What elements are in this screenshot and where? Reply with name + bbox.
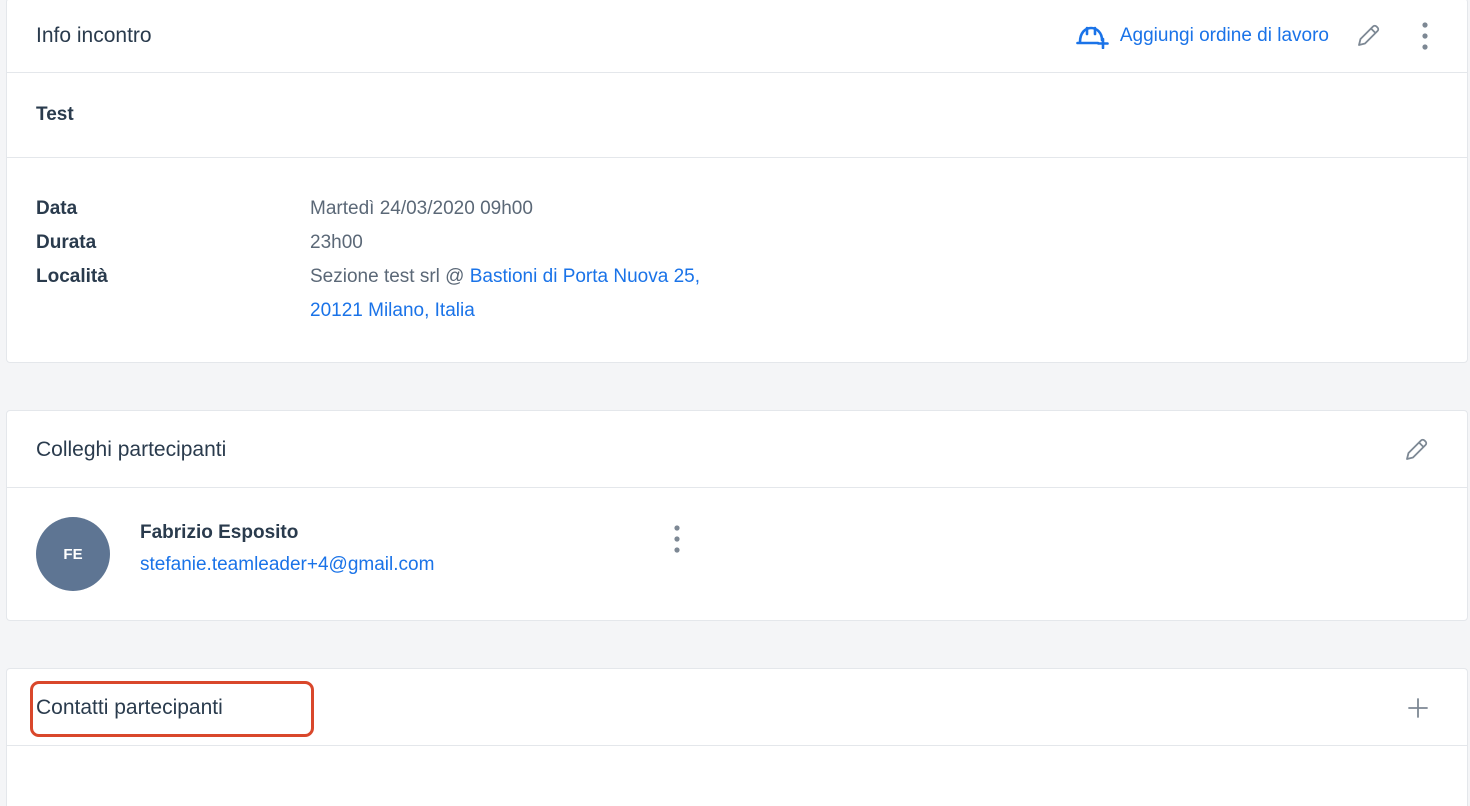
colleagues-title: Colleghi partecipanti <box>36 438 227 461</box>
list-item: FE Fabrizio Esposito stefanie.teamleader… <box>7 488 1467 620</box>
meeting-info-title: Info incontro <box>36 24 152 47</box>
colleagues-header: Colleghi partecipanti <box>7 411 1467 488</box>
avatar: FE <box>36 517 110 591</box>
kebab-menu-icon <box>1422 22 1428 50</box>
contacts-header: Contatti partecipanti <box>7 669 1467 746</box>
edit-colleagues-button[interactable] <box>1403 437 1429 463</box>
add-contact-button[interactable] <box>1407 697 1429 719</box>
detail-row-duration: Durata 23h00 <box>36 226 1467 260</box>
pencil-icon <box>1358 24 1380 46</box>
hard-hat-plus-icon <box>1076 26 1109 49</box>
duration-label: Durata <box>36 232 97 253</box>
plus-icon <box>1408 697 1428 718</box>
contacts-title: Contatti partecipanti <box>36 696 223 719</box>
participant-more-button[interactable] <box>673 524 681 554</box>
meeting-info-actions: Aggiungi ordine di lavoro <box>1076 0 1429 73</box>
location-label: Località <box>36 266 108 287</box>
detail-row-location: Località Sezione test srl @ Bastioni di … <box>36 260 1467 328</box>
pencil-icon <box>1406 438 1428 460</box>
edit-meeting-button[interactable] <box>1355 23 1381 49</box>
location-value: Sezione test srl @ Bastioni di Porta Nuo… <box>310 260 710 328</box>
meeting-page: Info incontro Aggiungi ordine di lavoro <box>0 0 1470 806</box>
meeting-more-button[interactable] <box>1421 21 1429 51</box>
colleagues-card: Colleghi partecipanti FE Fabrizio Esposi… <box>6 410 1468 621</box>
contacts-card: Contatti partecipanti <box>6 668 1468 806</box>
contacts-actions <box>1407 669 1429 746</box>
date-label: Data <box>36 198 78 219</box>
kebab-menu-icon <box>674 525 680 553</box>
meeting-info-card: Info incontro Aggiungi ordine di lavoro <box>6 0 1468 363</box>
add-work-order-label: Aggiungi ordine di lavoro <box>1119 25 1329 46</box>
meeting-subject: Test <box>36 104 74 125</box>
detail-row-date: Data Martedì 24/03/2020 09h00 <box>36 192 1467 226</box>
meeting-details: Data Martedì 24/03/2020 09h00 Durata 23h… <box>7 158 1467 328</box>
participant-name: Fabrizio Esposito <box>140 522 299 543</box>
add-work-order-button[interactable]: Aggiungi ordine di lavoro <box>1076 23 1329 49</box>
meeting-info-header: Info incontro Aggiungi ordine di lavoro <box>7 0 1467 73</box>
participant-email-link[interactable]: stefanie.teamleader+4@gmail.com <box>140 554 434 576</box>
date-value: Martedì 24/03/2020 09h00 <box>310 198 533 219</box>
duration-value: 23h00 <box>310 232 363 253</box>
meeting-subject-row: Test <box>7 73 1467 158</box>
colleagues-actions <box>1403 411 1429 488</box>
location-company: Sezione test srl @ <box>310 266 470 287</box>
